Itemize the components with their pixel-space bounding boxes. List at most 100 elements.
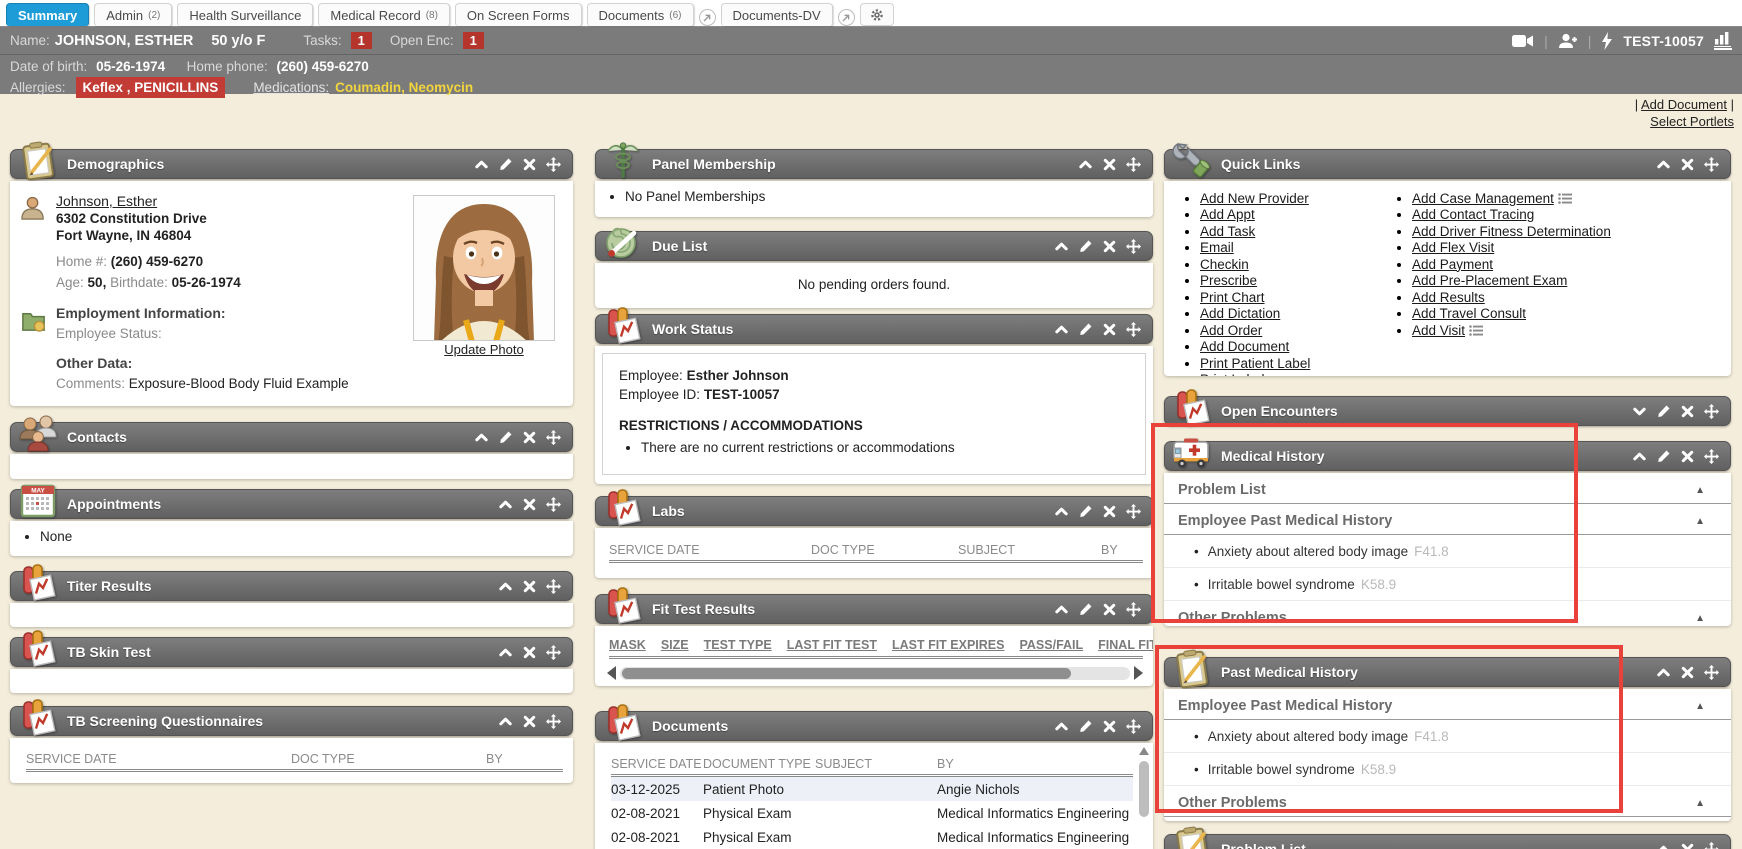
portlet-header[interactable]: Problem List — [1164, 834, 1731, 849]
sort-header-test-type[interactable]: TEST TYPE — [704, 638, 772, 652]
edit-icon[interactable] — [1078, 322, 1093, 337]
quick-link-add-appt[interactable]: Add Appt — [1200, 207, 1255, 222]
portlet-header[interactable]: Appointments — [10, 489, 573, 519]
move-icon[interactable] — [546, 497, 561, 512]
edit-icon[interactable] — [1078, 504, 1093, 519]
scroll-left-arrow[interactable] — [607, 666, 616, 680]
sort-header-mask[interactable]: MASK — [609, 638, 646, 652]
move-icon[interactable] — [546, 579, 561, 594]
collapse-icon[interactable] — [1054, 322, 1069, 337]
sort-header-final-fit-factor[interactable]: FINAL FIT FACTOR — [1098, 638, 1153, 652]
list-icon[interactable] — [1558, 193, 1572, 204]
close-icon[interactable] — [1102, 239, 1117, 254]
quick-link-prescribe[interactable]: Prescribe — [1200, 273, 1257, 288]
tab-summary[interactable]: Summary — [6, 3, 89, 26]
close-icon[interactable] — [522, 645, 537, 660]
collapse-icon[interactable] — [1054, 239, 1069, 254]
settings-button[interactable] — [860, 3, 894, 26]
table-row[interactable]: 02-08-2021Physical ExamMedical Informati… — [611, 825, 1133, 849]
collapse-icon[interactable] — [498, 579, 513, 594]
popout-icon[interactable] — [838, 9, 855, 26]
portlet-header[interactable]: Titer Results — [10, 571, 573, 601]
problem-item[interactable]: •Anxiety about altered body imageF41.8 — [1164, 535, 1731, 568]
portlet-header[interactable]: Work Status — [595, 314, 1153, 344]
close-icon[interactable] — [1680, 842, 1695, 849]
portlet-header[interactable]: Labs — [595, 496, 1153, 526]
problem-item[interactable]: •Irritable bowel syndromeK58.9 — [1164, 753, 1731, 786]
quick-link-add-order[interactable]: Add Order — [1200, 323, 1262, 338]
move-icon[interactable] — [1126, 322, 1141, 337]
quick-link-add-document[interactable]: Add Document — [1200, 339, 1289, 354]
edit-icon[interactable] — [1656, 449, 1671, 464]
close-icon[interactable] — [522, 579, 537, 594]
tab-health-surveillance[interactable]: Health Surveillance — [177, 3, 313, 26]
quick-link-email[interactable]: Email — [1200, 240, 1234, 255]
problem-item[interactable]: •Anxiety about altered body imageF41.8 — [1164, 720, 1731, 753]
close-icon[interactable] — [1102, 719, 1117, 734]
move-icon[interactable] — [1126, 602, 1141, 617]
move-icon[interactable] — [1704, 404, 1719, 419]
quick-link-add-travel-consult[interactable]: Add Travel Consult — [1412, 306, 1526, 321]
close-icon[interactable] — [522, 430, 537, 445]
section-employee-past-medical-history[interactable]: Employee Past Medical History▲ — [1164, 689, 1731, 720]
close-icon[interactable] — [522, 497, 537, 512]
quick-link-add-contact-tracing[interactable]: Add Contact Tracing — [1412, 207, 1534, 222]
expand-icon[interactable] — [1632, 404, 1647, 419]
tab-on-screen-forms[interactable]: On Screen Forms — [455, 3, 582, 26]
problem-item[interactable]: •Irritable bowel syndromeK58.9 — [1164, 568, 1731, 601]
move-icon[interactable] — [546, 430, 561, 445]
quick-link-print-labels[interactable]: Print Labels — [1200, 372, 1271, 376]
popout-icon[interactable] — [699, 9, 716, 26]
tab-medical-record[interactable]: Medical Record(8) — [318, 3, 450, 26]
portlet-header[interactable]: Quick Links — [1164, 149, 1731, 179]
collapse-icon[interactable] — [1632, 449, 1647, 464]
move-icon[interactable] — [1704, 842, 1719, 849]
quick-link-print-patient-label[interactable]: Print Patient Label — [1200, 356, 1310, 371]
quick-link-checkin[interactable]: Checkin — [1200, 257, 1249, 272]
tab-documents-dv[interactable]: Documents-DV — [721, 3, 833, 26]
quick-link-add-task[interactable]: Add Task — [1200, 224, 1255, 239]
scroll-right-arrow[interactable] — [1134, 666, 1143, 680]
move-icon[interactable] — [546, 157, 561, 172]
collapse-icon[interactable] — [1054, 719, 1069, 734]
scroll-up-arrow[interactable] — [1139, 747, 1149, 755]
sort-header-last-fit-expires[interactable]: LAST FIT EXPIRES — [892, 638, 1005, 652]
portlet-header[interactable]: Medical History — [1164, 441, 1731, 471]
quick-link-add-flex-visit[interactable]: Add Flex Visit — [1412, 240, 1494, 255]
collapse-icon[interactable] — [474, 157, 489, 172]
add-document-link[interactable]: Add Document — [1641, 97, 1727, 112]
section-employee-past-medical-history[interactable]: Employee Past Medical History▲ — [1164, 504, 1731, 535]
move-icon[interactable] — [1126, 239, 1141, 254]
quick-link-print-chart[interactable]: Print Chart — [1200, 290, 1265, 305]
close-icon[interactable] — [522, 157, 537, 172]
close-icon[interactable] — [1102, 504, 1117, 519]
collapse-icon[interactable] — [1078, 157, 1093, 172]
update-photo-link[interactable]: Update Photo — [444, 342, 524, 357]
section-problem-list[interactable]: Problem List▲ — [1164, 473, 1731, 504]
move-icon[interactable] — [1704, 449, 1719, 464]
portlet-header[interactable]: Contacts — [10, 422, 573, 452]
sort-header-last-fit-test[interactable]: LAST FIT TEST — [787, 638, 877, 652]
edit-icon[interactable] — [1078, 719, 1093, 734]
collapse-icon[interactable] — [1054, 504, 1069, 519]
move-icon[interactable] — [1126, 157, 1141, 172]
quick-link-add-visit[interactable]: Add Visit — [1412, 323, 1465, 338]
portlet-header[interactable]: Panel Membership — [595, 149, 1153, 179]
move-icon[interactable] — [546, 645, 561, 660]
edit-icon[interactable] — [1078, 239, 1093, 254]
portlet-header[interactable]: Fit Test Results — [595, 594, 1153, 624]
chart-bars-icon[interactable] — [1714, 31, 1732, 50]
close-icon[interactable] — [1102, 322, 1117, 337]
collapse-icon[interactable] — [474, 430, 489, 445]
list-icon[interactable] — [1469, 325, 1483, 336]
close-icon[interactable] — [522, 714, 537, 729]
collapse-icon[interactable] — [1656, 157, 1671, 172]
edit-icon[interactable] — [1078, 602, 1093, 617]
quick-link-add-dictation[interactable]: Add Dictation — [1200, 306, 1280, 321]
close-icon[interactable] — [1680, 157, 1695, 172]
portlet-header[interactable]: Demographics — [10, 149, 573, 179]
portlet-header[interactable]: Open Encounters — [1164, 396, 1731, 426]
patient-name-link[interactable]: Johnson, Esther — [56, 193, 157, 209]
allergies-badge[interactable]: Keflex , PENICILLINS — [76, 77, 226, 98]
quick-link-add-driver-fitness[interactable]: Add Driver Fitness Determination — [1412, 224, 1611, 239]
